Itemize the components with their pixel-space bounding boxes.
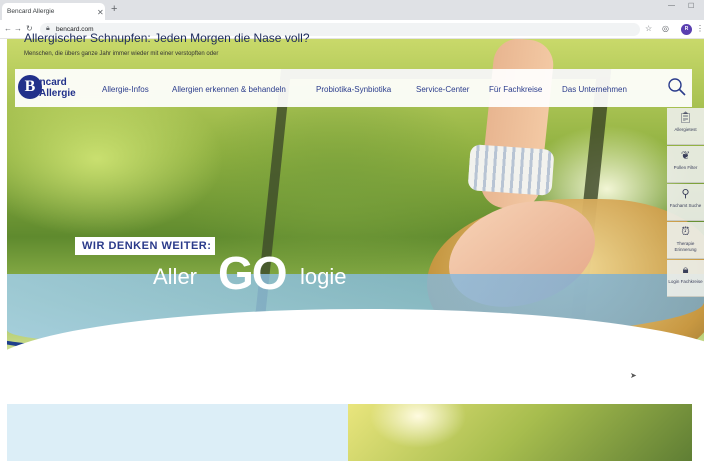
menu-icon[interactable]: ⋮ (696, 24, 704, 34)
teaser-card[interactable] (7, 404, 348, 461)
site-navigation: B encard Allergie Allergie-Infos Allergi… (15, 69, 692, 107)
logo-text-allergie: Allergie (39, 88, 76, 99)
browser-tabbar: Bencard Allergie ✕ + — ☐ (0, 0, 704, 20)
star-icon[interactable]: ☆ (645, 24, 652, 34)
brand-aller: Aller (153, 264, 198, 289)
clipboard-icon: 📋︎ (678, 112, 693, 124)
browser-tab[interactable]: Bencard Allergie ✕ (2, 3, 105, 20)
teaser-image (348, 404, 692, 461)
forward-icon[interactable]: → (14, 24, 22, 34)
extension-icon[interactable]: ◎ (662, 24, 669, 34)
teaser-title[interactable]: Allergischer Schnupfen: Jeden Morgen die… (24, 31, 310, 45)
nav-allergien-erkennen[interactable]: Allergien erkennen & behandeln (172, 85, 286, 94)
nav-service-center[interactable]: Service-Center (416, 85, 469, 94)
logo-text-bencard: encard (34, 77, 67, 88)
tool-fachamt-suche[interactable]: ⚲ Fachamt Suche (667, 184, 704, 221)
tab-title: Bencard Allergie (7, 8, 55, 15)
nav-unternehmen[interactable]: Das Unternehmen (562, 85, 627, 94)
alarm-icon: ⏰︎ (681, 226, 690, 238)
side-tools: 📋︎ Allergietest ❦ Pollen Filter ⚲ Facham… (667, 108, 704, 298)
lock-icon: 🔒︎ (682, 264, 689, 276)
maximize-icon[interactable]: ☐ (688, 2, 694, 10)
new-tab-button[interactable]: + (111, 4, 117, 15)
tool-label: Allergietest (674, 127, 697, 132)
back-icon[interactable]: ← (4, 24, 12, 34)
tool-label: Pollen Filter (673, 165, 698, 170)
tool-pollen-filter[interactable]: ❦ Pollen Filter (667, 146, 704, 183)
tool-label: Therapie Erinnerung (674, 241, 697, 252)
nav-fachkreise[interactable]: Für Fachkreise (489, 85, 542, 94)
search-icon[interactable] (667, 77, 687, 97)
brand-go: GO (218, 247, 288, 299)
hero-headline: WIR DENKEN WEITER: (82, 240, 212, 252)
nav-probiotika[interactable]: Probiotika-Synbiotika (316, 85, 391, 94)
teaser-text: Menschen, die übers ganze Jahr immer wie… (24, 51, 219, 57)
profile-avatar[interactable]: R (681, 24, 692, 35)
close-icon[interactable]: ✕ (97, 9, 104, 17)
search-icon: ⚲ (681, 188, 690, 200)
brand-logie: logie (300, 264, 347, 289)
tool-login-fachkreise[interactable]: 🔒︎ Login Fachkreise (667, 260, 704, 297)
tool-label: Fachamt Suche (669, 203, 702, 208)
tool-label: Login Fachkreise (668, 279, 703, 284)
mouse-cursor-icon: ➤ (630, 371, 637, 380)
shirt-sleeve (467, 144, 555, 196)
leaf-icon: ❦ (680, 150, 691, 162)
tool-therapie-erinnerung[interactable]: ⏰︎ Therapie Erinnerung (667, 222, 704, 259)
tool-allergietest[interactable]: 📋︎ Allergietest (667, 108, 704, 145)
nav-allergie-infos[interactable]: Allergie-Infos (102, 85, 149, 94)
page: Bencard Allergie ✕ + — ☐ ← → ↻ 🔒︎ bencar… (0, 0, 704, 461)
minimize-icon[interactable]: — (668, 2, 675, 9)
